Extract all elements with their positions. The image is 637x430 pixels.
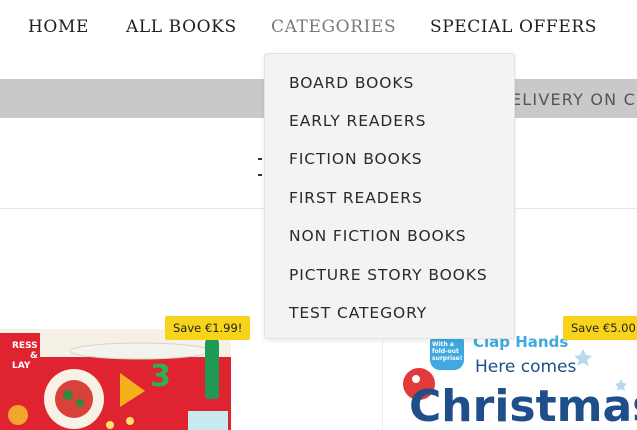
cover-bubble-text: With a fold-out surprise!: [432, 341, 463, 362]
cover-title-line-3: LAY: [12, 361, 31, 371]
nav-all-books[interactable]: ALL BOOKS: [126, 17, 237, 37]
main-nav: HOME ALL BOOKS CATEGORIES SPECIAL OFFERS: [0, 0, 637, 56]
product-cover-image[interactable]: With a fold-out surprise! Clap Hands Her…: [382, 329, 637, 430]
cover-title-line-1: RESS: [12, 341, 38, 351]
nav-categories[interactable]: CATEGORIES: [271, 17, 396, 37]
nav-home[interactable]: HOME: [28, 17, 89, 37]
cover-digit: 3: [150, 359, 171, 394]
category-test-category[interactable]: TEST CATEGORY: [289, 304, 427, 322]
category-non-fiction-books[interactable]: NON FICTION BOOKS: [289, 227, 466, 245]
category-board-books[interactable]: BOARD BOOKS: [289, 74, 414, 92]
category-fiction-books[interactable]: FICTION BOOKS: [289, 150, 423, 168]
cover-title-line-3: Christmas: [409, 381, 637, 430]
category-early-readers[interactable]: EARLY READERS: [289, 112, 426, 130]
product-cover-image[interactable]: RESS & LAY 3: [0, 329, 231, 430]
category-first-readers[interactable]: FIRST READERS: [289, 189, 423, 207]
categories-dropdown: BOARD BOOKS EARLY READERS FICTION BOOKS …: [264, 53, 515, 339]
discount-badge: Save €5.00: [563, 316, 637, 340]
discount-badge: Save €1.99!: [165, 316, 251, 340]
cover-title-line-2: Here comes: [475, 357, 577, 377]
announcement-text: ELIVERY ON C: [511, 90, 636, 109]
nav-special-offers[interactable]: SPECIAL OFFERS: [430, 17, 597, 37]
category-picture-story-books[interactable]: PICTURE STORY BOOKS: [289, 266, 488, 284]
cover-title-line-2: &: [30, 351, 38, 361]
